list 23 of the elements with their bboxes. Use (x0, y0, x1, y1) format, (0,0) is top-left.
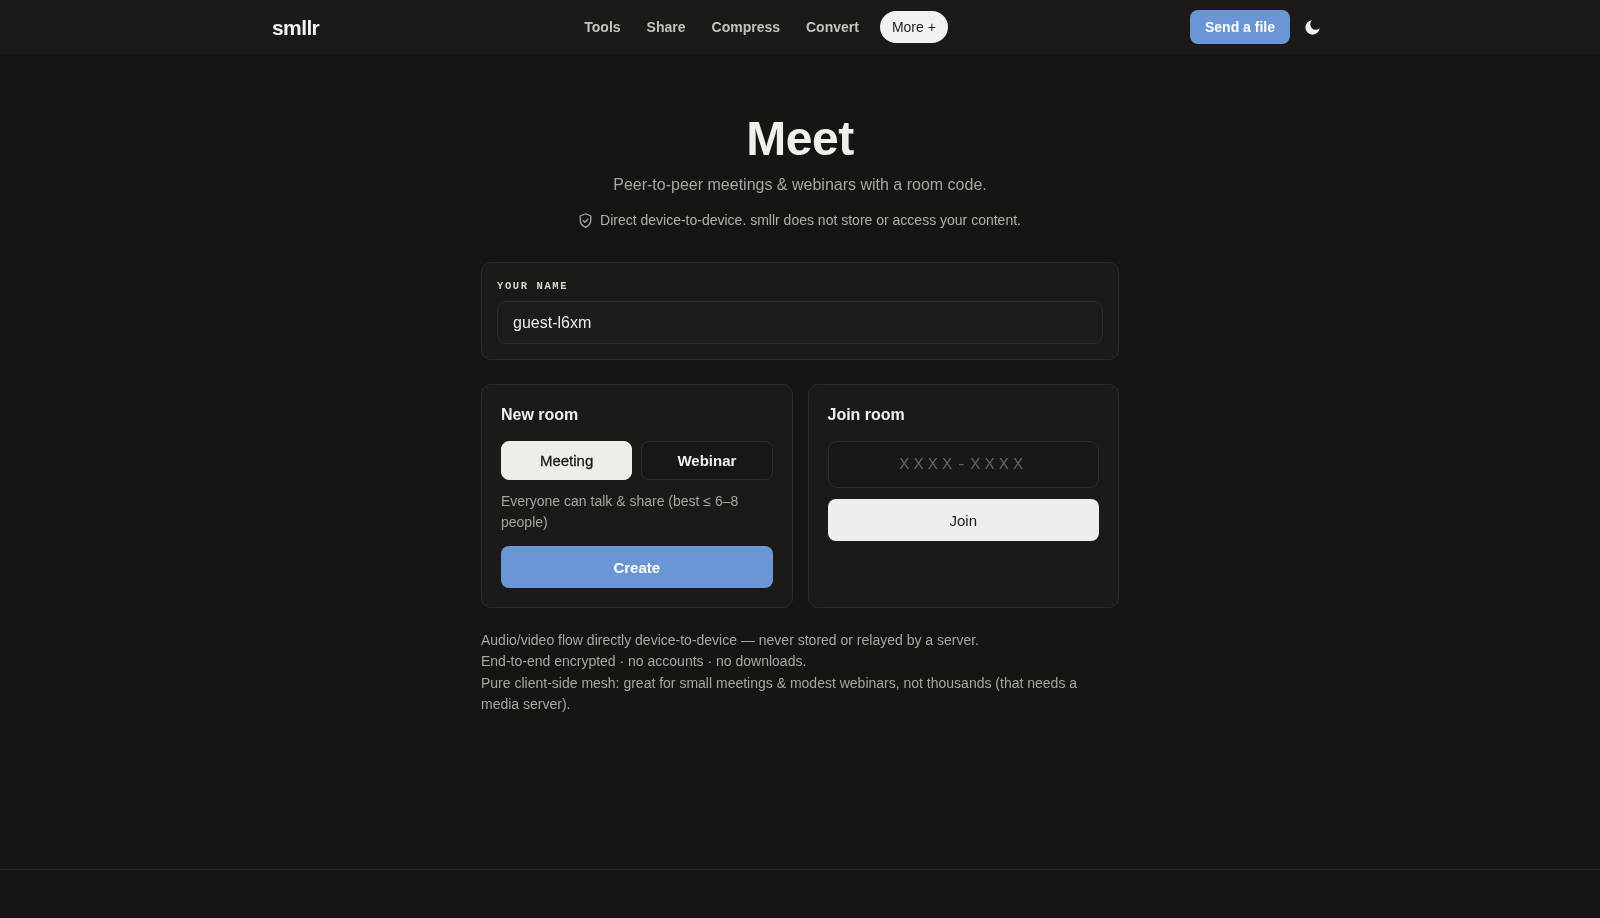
privacy-note: Direct device-to-device. smllr does not store or access your content. (600, 211, 1021, 230)
name-input[interactable]: guest-l6xm (497, 301, 1103, 344)
field-label: YOUR NAME (497, 280, 569, 292)
mode-description: Everyone can talk & share (best ≤ 6–8 people) (501, 492, 740, 532)
page-subtitle: Peer-to-peer meetings & webinars with a room code. (612, 175, 988, 195)
mode-toggle[interactable]: Meeting (501, 441, 633, 480)
card-title: New room (501, 405, 579, 425)
shield-check-icon (579, 212, 592, 228)
nav-link[interactable]: Compress (702, 13, 789, 41)
card-title: Join room (827, 405, 905, 425)
nav-link[interactable]: Share (637, 13, 695, 41)
page-title: Meet (745, 111, 855, 167)
moon-icon (1304, 19, 1320, 35)
note-text: End-to-end encrypted · no accounts · no downloads. (481, 652, 808, 672)
more-menu-button[interactable]: More + (879, 11, 948, 43)
nav-link[interactable]: Convert (797, 13, 868, 41)
note-text: Audio/video flow directly device-to-device — never stored or relayed by a server. (481, 631, 980, 650)
room-code-input[interactable]: XXXX-XXXX (827, 441, 1099, 488)
logo[interactable]: smllr (272, 14, 320, 40)
nav-link[interactable]: Tools (575, 13, 630, 41)
join-button[interactable]: Join (827, 499, 1099, 541)
note-text: Pure client-side mesh: great for small meetings & modest webinars, not thousands (that needs a media server). (481, 673, 1079, 714)
mode-toggle[interactable]: Webinar (641, 441, 773, 480)
